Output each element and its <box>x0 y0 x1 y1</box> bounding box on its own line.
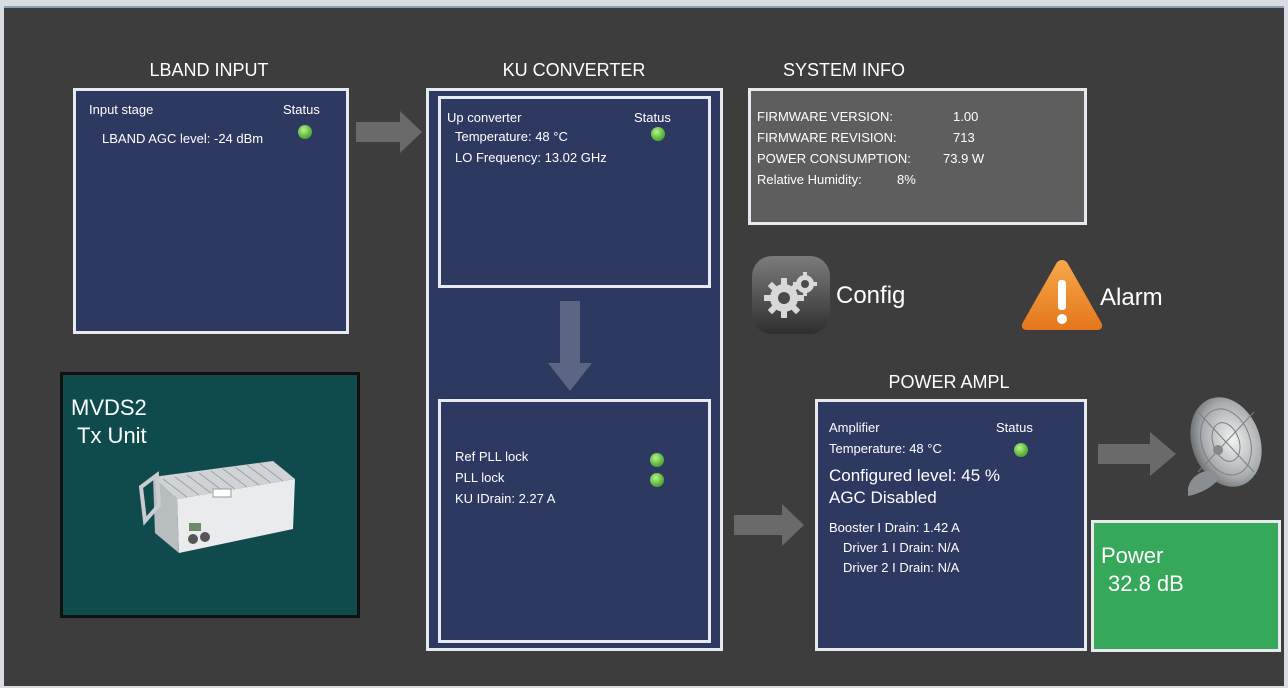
satellite-dish-icon <box>1188 397 1262 496</box>
ku-lo-frequency: LO Frequency: 13.02 GHz <box>455 150 607 165</box>
booster-idrain: Booster I Drain: 1.42 A <box>829 520 960 535</box>
pa-status-label: Status <box>996 420 1033 435</box>
ku-status-label: Status <box>634 110 671 125</box>
transmitter-unit-image <box>138 461 295 553</box>
pa-title: POWER AMPL <box>888 372 1010 392</box>
pa-panel: Amplifier Status Temperature: 48 °C Conf… <box>815 399 1087 651</box>
configured-level: Configured level: 45 % <box>829 466 1001 485</box>
ku-pll-panel: Ref PLL lock PLL lock KU IDrain: 2.27 A <box>438 399 711 643</box>
ku-upconverter-panel: Up converter Status Temperature: 48 °C L… <box>438 96 711 288</box>
lband-title: LBAND INPUT <box>149 60 269 80</box>
alarm-button[interactable]: Alarm <box>1020 256 1180 332</box>
unit-name-line2: Tx Unit <box>77 423 147 448</box>
config-label: Config <box>836 282 906 309</box>
sysinfo-row-value: 1.00 <box>953 109 979 124</box>
unit-image-panel: MVDS2 Tx Unit <box>60 372 360 618</box>
ref-pll-lock-label: Ref PLL lock <box>455 449 529 464</box>
sysinfo-row-label: Relative Humidity: <box>757 172 862 187</box>
lband-panel: Input stage Status LBAND AGC level: -24 … <box>73 88 349 334</box>
power-label: Power <box>1101 543 1164 568</box>
arrow-down-icon <box>548 301 592 391</box>
warning-icon <box>1021 260 1103 330</box>
lband-status-led <box>298 125 312 139</box>
config-button[interactable]: Config <box>750 254 920 338</box>
gear-icon <box>752 256 830 334</box>
sysinfo-panel: FIRMWARE VERSION: 1.00 FIRMWARE REVISION… <box>748 88 1087 225</box>
driver1-idrain: Driver 1 I Drain: N/A <box>843 540 960 555</box>
power-readout: Power 32.8 dB <box>1091 520 1281 652</box>
power-value: 32.8 dB <box>1108 571 1184 596</box>
unit-name-line1: MVDS2 <box>71 395 147 420</box>
driver2-idrain: Driver 2 I Drain: N/A <box>843 560 960 575</box>
lband-status-label: Status <box>283 102 320 117</box>
sysinfo-row-label: FIRMWARE REVISION: <box>757 130 897 145</box>
input-stage-label: Input stage <box>89 102 154 117</box>
ku-status-led <box>651 127 665 141</box>
upconverter-label: Up converter <box>447 110 522 125</box>
pa-status-led <box>1014 443 1028 457</box>
sysinfo-row-value: 713 <box>953 130 975 145</box>
arrow-right-icon <box>1098 432 1176 476</box>
arrow-right-icon <box>356 111 422 153</box>
pll-led <box>650 473 664 487</box>
sysinfo-row-label: POWER CONSUMPTION: <box>757 151 911 166</box>
main-window: LBAND INPUT Input stage Status LBAND AGC… <box>4 6 1284 686</box>
agc-status: AGC Disabled <box>829 488 937 507</box>
ku-idrain: KU IDrain: 2.27 A <box>455 491 556 506</box>
ku-temperature: Temperature: 48 °C <box>455 129 568 144</box>
ref-pll-led <box>650 453 664 467</box>
ku-title: KU CONVERTER <box>502 60 646 80</box>
arrow-right-icon <box>734 504 804 546</box>
lband-agc-level: LBAND AGC level: -24 dBm <box>102 131 264 146</box>
sysinfo-row-value: 73.9 W <box>943 151 985 166</box>
sysinfo-row-value: 8% <box>897 172 916 187</box>
pa-temperature: Temperature: 48 °C <box>829 441 942 456</box>
pll-lock-label: PLL lock <box>455 470 505 485</box>
sysinfo-title: SYSTEM INFO <box>782 60 905 80</box>
amplifier-label: Amplifier <box>829 420 880 435</box>
sysinfo-row-label: FIRMWARE VERSION: <box>757 109 894 124</box>
alarm-label: Alarm <box>1100 284 1163 311</box>
